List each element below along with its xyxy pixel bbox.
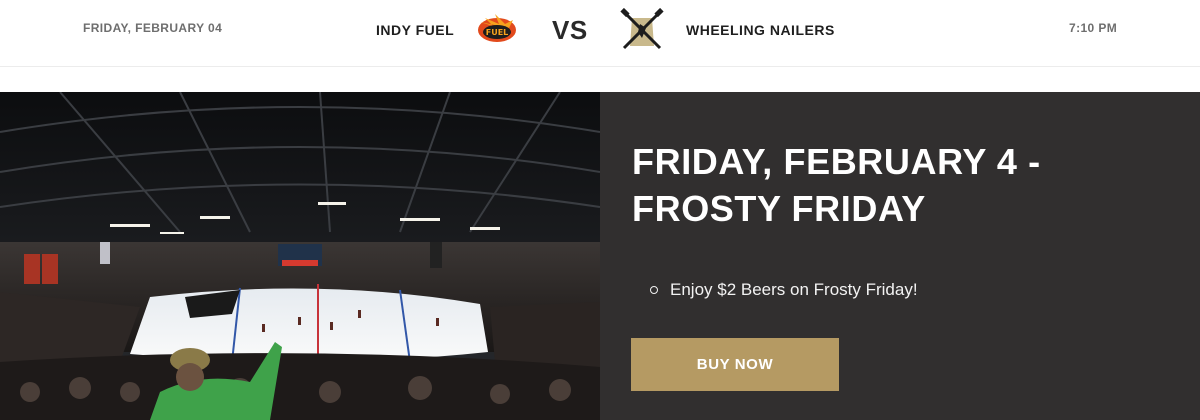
game-date: FRIDAY, FEBRUARY 04 xyxy=(83,21,223,35)
game-time: 7:10 PM xyxy=(1069,21,1118,35)
circle-bullet-icon xyxy=(650,286,658,294)
event-title: FRIDAY, FEBRUARY 4 - FROSTY FRIDAY xyxy=(632,141,1041,229)
event-panel: FRIDAY, FEBRUARY 4 - FROSTY FRIDAY Enjoy… xyxy=(600,92,1200,420)
away-team-name: WHEELING NAILERS xyxy=(686,22,835,38)
header-divider xyxy=(0,66,1200,67)
promo-list: Enjoy $2 Beers on Frosty Friday! xyxy=(650,280,918,300)
arena-crowd-photo xyxy=(0,92,600,420)
wheeling-nailers-logo-icon xyxy=(620,8,664,50)
versus-label: VS xyxy=(552,15,588,45)
home-team[interactable]: INDY FUEL FUEL xyxy=(376,8,519,52)
promo-text: Enjoy $2 Beers on Frosty Friday! xyxy=(670,280,918,299)
game-bar: FRIDAY, FEBRUARY 04 INDY FUEL FUEL VS WH… xyxy=(0,0,1200,62)
home-team-name: INDY FUEL xyxy=(376,22,455,38)
buy-now-button[interactable]: BUY NOW xyxy=(631,338,839,391)
promo-item: Enjoy $2 Beers on Frosty Friday! xyxy=(650,280,918,300)
away-team[interactable]: WHEELING NAILERS xyxy=(620,8,835,52)
svg-text:FUEL: FUEL xyxy=(486,28,509,37)
indy-fuel-logo-icon: FUEL xyxy=(478,14,517,42)
